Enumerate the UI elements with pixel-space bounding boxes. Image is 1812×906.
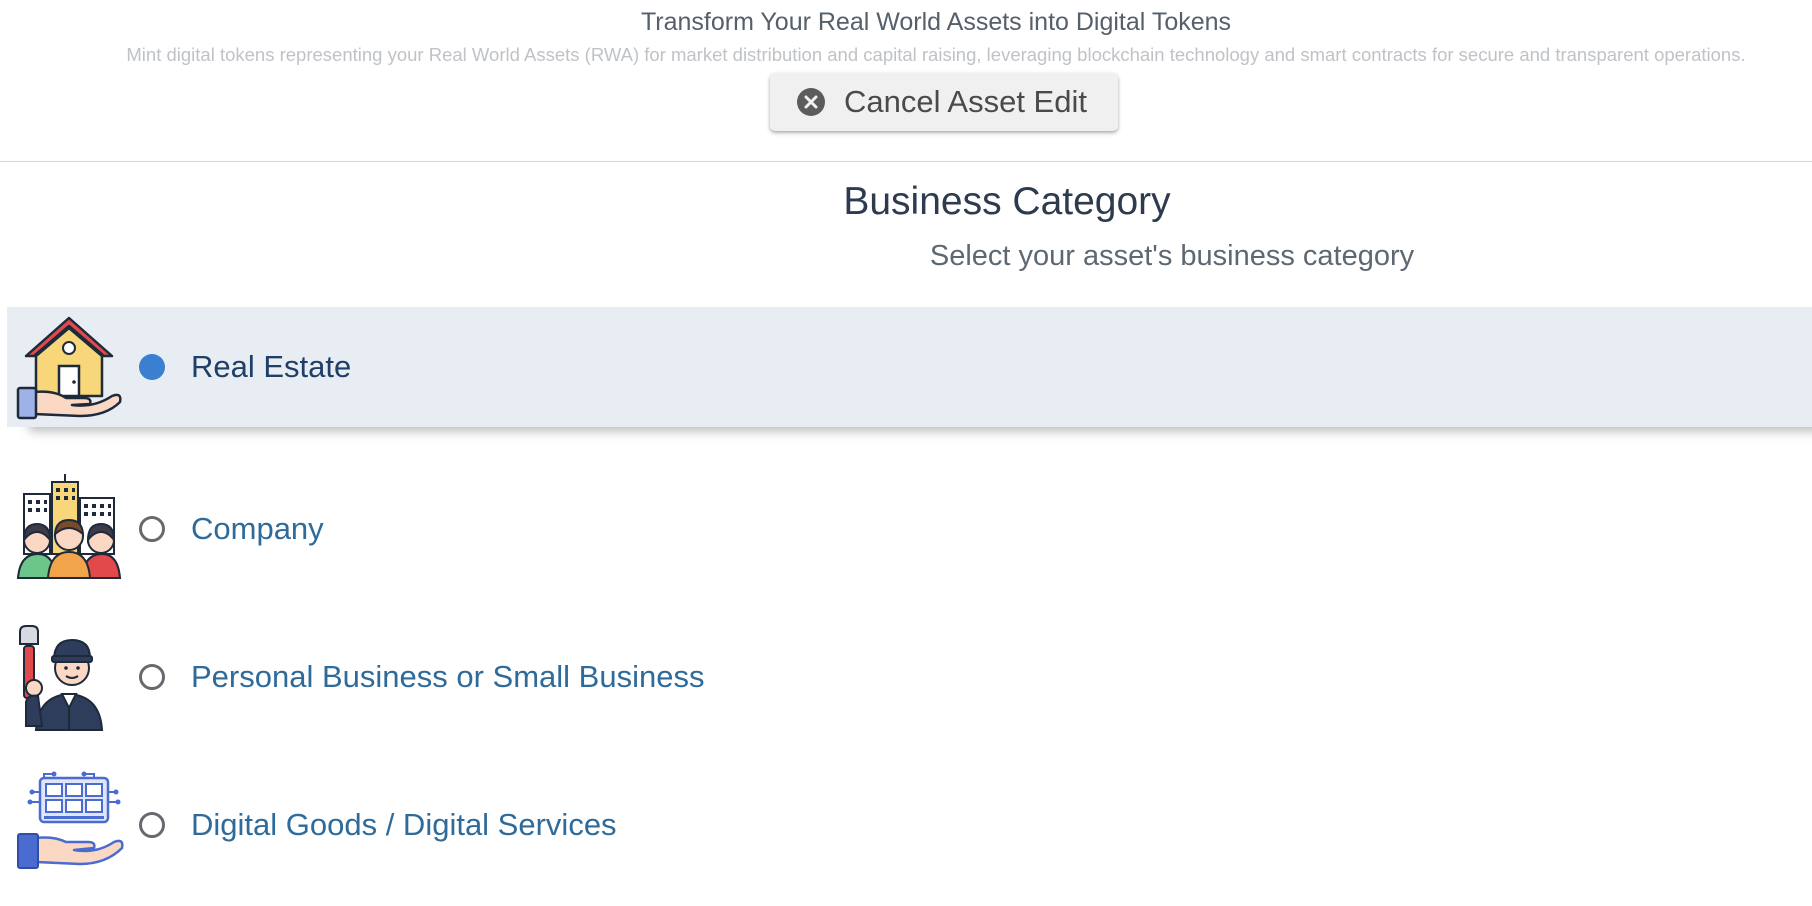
category-radio-group: Real Estate Company Personal Business or… bbox=[0, 307, 1812, 899]
category-label-digital-goods: Digital Goods / Digital Services bbox=[191, 807, 617, 842]
page-header: Transform Your Real World Assets into Di… bbox=[0, 0, 1812, 162]
section-subtitle: Select your asset's business category bbox=[929, 240, 1415, 272]
radio-unselected-indicator[interactable] bbox=[139, 664, 165, 690]
page: Transform Your Real World Assets into Di… bbox=[0, 0, 1812, 906]
house-in-hand-icon bbox=[14, 312, 124, 422]
category-label-company: Company bbox=[191, 511, 324, 546]
category-label-real-estate: Real Estate bbox=[191, 349, 352, 384]
page-title: Transform Your Real World Assets into Di… bbox=[640, 8, 1232, 36]
cancel-asset-edit-label: Cancel Asset Edit bbox=[844, 84, 1087, 119]
radio-unselected-indicator[interactable] bbox=[139, 812, 165, 838]
cancel-asset-edit-button[interactable]: Cancel Asset Edit bbox=[770, 73, 1118, 131]
category-option-company[interactable]: Company bbox=[0, 455, 1812, 603]
category-option-digital-goods[interactable]: Digital Goods / Digital Services bbox=[0, 751, 1812, 899]
category-option-real-estate[interactable]: Real Estate bbox=[7, 307, 1812, 427]
radio-selected-indicator[interactable] bbox=[139, 354, 165, 380]
radio-unselected-indicator[interactable] bbox=[139, 516, 165, 542]
section-title: Business Category bbox=[843, 180, 1171, 223]
plumber-worker-icon bbox=[14, 622, 124, 732]
company-team-icon bbox=[14, 474, 124, 584]
category-option-personal-business[interactable]: Personal Business or Small Business bbox=[0, 603, 1812, 751]
digital-device-in-hand-icon bbox=[14, 770, 124, 880]
category-label-personal-business: Personal Business or Small Business bbox=[191, 659, 705, 694]
close-circle-icon bbox=[796, 87, 826, 117]
page-subtitle: Mint digital tokens representing your Re… bbox=[126, 44, 1746, 65]
